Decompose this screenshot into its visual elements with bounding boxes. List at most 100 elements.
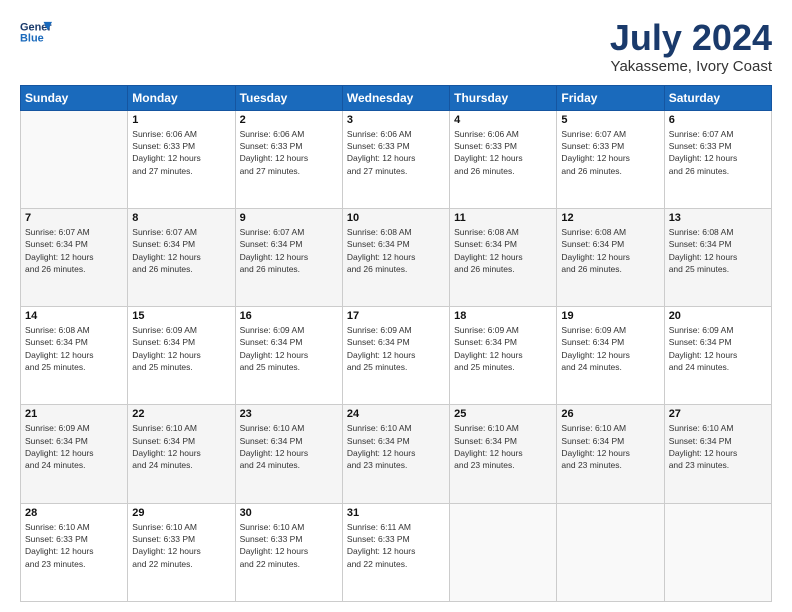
day-number: 3: [347, 114, 445, 126]
day-info: Sunrise: 6:09 AM Sunset: 6:34 PM Dayligh…: [132, 324, 230, 373]
weekday-header: Monday: [128, 85, 235, 110]
day-info: Sunrise: 6:10 AM Sunset: 6:34 PM Dayligh…: [347, 422, 445, 471]
calendar-cell: 25Sunrise: 6:10 AM Sunset: 6:34 PM Dayli…: [450, 405, 557, 503]
calendar-cell: 11Sunrise: 6:08 AM Sunset: 6:34 PM Dayli…: [450, 208, 557, 306]
day-number: 30: [240, 507, 338, 519]
day-number: 10: [347, 212, 445, 224]
calendar-cell: 10 Sunrise: 6:08 AM Sunset: 6:34 PM Dayli…: [342, 208, 449, 306]
day-number: 24: [347, 408, 445, 420]
weekday-header: Friday: [557, 85, 664, 110]
day-info: Sunrise: 6:09 AM Sunset: 6:34 PM Dayligh…: [561, 324, 659, 373]
calendar-cell: [557, 503, 664, 601]
day-number: 29: [132, 507, 230, 519]
day-info: Sunrise: 6:08 AM Sunset: 6:34 PM Dayligh…: [669, 226, 767, 275]
day-number: 6: [669, 114, 767, 126]
day-number: 21: [25, 408, 123, 420]
main-title: July 2024: [610, 18, 772, 58]
calendar-cell: 6Sunrise: 6:07 AM Sunset: 6:33 PM Daylig…: [664, 110, 771, 208]
day-info: Sunrise: 6:10 AM Sunset: 6:34 PM Dayligh…: [240, 422, 338, 471]
day-info: Sunrise: 6:09 AM Sunset: 6:34 PM Dayligh…: [347, 324, 445, 373]
day-number: 18: [454, 310, 552, 322]
calendar-cell: 18Sunrise: 6:09 AM Sunset: 6:34 PM Dayli…: [450, 307, 557, 405]
weekday-header: Sunday: [21, 85, 128, 110]
calendar-cell: 4 Sunrise: 6:06 AM Sunset: 6:33 PM Daylig…: [450, 110, 557, 208]
day-number: 26: [561, 408, 659, 420]
day-info: Sunrise: 6:11 AM Sunset: 6:33 PM Dayligh…: [347, 521, 445, 570]
calendar-cell: 16 Sunrise: 6:09 AM Sunset: 6:34 PM Dayli…: [235, 307, 342, 405]
calendar-cell: [450, 503, 557, 601]
day-number: 23: [240, 408, 338, 420]
day-number: 22: [132, 408, 230, 420]
day-number: 20: [669, 310, 767, 322]
calendar-cell: 24 Sunrise: 6:10 AM Sunset: 6:34 PM Dayli…: [342, 405, 449, 503]
calendar-cell: 2 Sunrise: 6:06 AM Sunset: 6:33 PM Daylig…: [235, 110, 342, 208]
day-number: 16: [240, 310, 338, 322]
day-info: Sunrise: 6:10 AM Sunset: 6:33 PM Dayligh…: [132, 521, 230, 570]
calendar-cell: 22 Sunrise: 6:10 AM Sunset: 6:34 PM Dayli…: [128, 405, 235, 503]
calendar-cell: 1 Sunrise: 6:06 AM Sunset: 6:33 PM Daylig…: [128, 110, 235, 208]
day-number: 9: [240, 212, 338, 224]
calendar-cell: 15 Sunrise: 6:09 AM Sunset: 6:34 PM Dayli…: [128, 307, 235, 405]
calendar-cell: 19 Sunrise: 6:09 AM Sunset: 6:34 PM Dayli…: [557, 307, 664, 405]
day-info: Sunrise: 6:07 AM Sunset: 6:33 PM Dayligh…: [561, 128, 659, 177]
weekday-header-row: SundayMondayTuesdayWednesdayThursdayFrid…: [21, 85, 772, 110]
day-info: Sunrise: 6:09 AM Sunset: 6:34 PM Dayligh…: [240, 324, 338, 373]
day-info: Sunrise: 6:06 AM Sunset: 6:33 PM Dayligh…: [454, 128, 552, 177]
title-block: July 2024 Yakasseme, Ivory Coast: [610, 18, 772, 75]
calendar-cell: 21 Sunrise: 6:09 AM Sunset: 6:34 PM Dayli…: [21, 405, 128, 503]
weekday-header: Saturday: [664, 85, 771, 110]
svg-text:Blue: Blue: [20, 32, 44, 44]
calendar-cell: 28Sunrise: 6:10 AM Sunset: 6:33 PM Dayli…: [21, 503, 128, 601]
calendar-week-row: 21 Sunrise: 6:09 AM Sunset: 6:34 PM Dayli…: [21, 405, 772, 503]
calendar-cell: 3 Sunrise: 6:06 AM Sunset: 6:33 PM Daylig…: [342, 110, 449, 208]
day-info: Sunrise: 6:08 AM Sunset: 6:34 PM Dayligh…: [561, 226, 659, 275]
day-number: 13: [669, 212, 767, 224]
header: General Blue July 2024 Yakasseme, Ivory …: [20, 18, 772, 75]
calendar-cell: 14 Sunrise: 6:08 AM Sunset: 6:34 PM Dayli…: [21, 307, 128, 405]
day-info: Sunrise: 6:10 AM Sunset: 6:34 PM Dayligh…: [669, 422, 767, 471]
day-info: Sunrise: 6:06 AM Sunset: 6:33 PM Dayligh…: [240, 128, 338, 177]
calendar-cell: 12Sunrise: 6:08 AM Sunset: 6:34 PM Dayli…: [557, 208, 664, 306]
day-info: Sunrise: 6:10 AM Sunset: 6:34 PM Dayligh…: [132, 422, 230, 471]
logo: General Blue: [20, 18, 52, 46]
day-number: 8: [132, 212, 230, 224]
calendar-cell: 17 Sunrise: 6:09 AM Sunset: 6:34 PM Dayli…: [342, 307, 449, 405]
calendar-table: SundayMondayTuesdayWednesdayThursdayFrid…: [20, 85, 772, 602]
day-number: 15: [132, 310, 230, 322]
day-info: Sunrise: 6:06 AM Sunset: 6:33 PM Dayligh…: [347, 128, 445, 177]
day-info: Sunrise: 6:08 AM Sunset: 6:34 PM Dayligh…: [25, 324, 123, 373]
calendar-cell: 8 Sunrise: 6:07 AM Sunset: 6:34 PM Daylig…: [128, 208, 235, 306]
day-info: Sunrise: 6:06 AM Sunset: 6:33 PM Dayligh…: [132, 128, 230, 177]
day-number: 31: [347, 507, 445, 519]
day-number: 4: [454, 114, 552, 126]
day-info: Sunrise: 6:09 AM Sunset: 6:34 PM Dayligh…: [25, 422, 123, 471]
calendar-cell: 30Sunrise: 6:10 AM Sunset: 6:33 PM Dayli…: [235, 503, 342, 601]
calendar-cell: 29 Sunrise: 6:10 AM Sunset: 6:33 PM Dayli…: [128, 503, 235, 601]
day-number: 1: [132, 114, 230, 126]
day-number: 25: [454, 408, 552, 420]
day-info: Sunrise: 6:07 AM Sunset: 6:34 PM Dayligh…: [25, 226, 123, 275]
calendar-cell: 31 Sunrise: 6:11 AM Sunset: 6:33 PM Dayli…: [342, 503, 449, 601]
day-info: Sunrise: 6:08 AM Sunset: 6:34 PM Dayligh…: [347, 226, 445, 275]
logo-icon: General Blue: [20, 18, 52, 46]
calendar-cell: [664, 503, 771, 601]
day-info: Sunrise: 6:10 AM Sunset: 6:33 PM Dayligh…: [25, 521, 123, 570]
calendar-cell: 5 Sunrise: 6:07 AM Sunset: 6:33 PM Daylig…: [557, 110, 664, 208]
day-info: Sunrise: 6:07 AM Sunset: 6:34 PM Dayligh…: [240, 226, 338, 275]
day-number: 5: [561, 114, 659, 126]
page: General Blue July 2024 Yakasseme, Ivory …: [0, 0, 792, 612]
day-info: Sunrise: 6:07 AM Sunset: 6:34 PM Dayligh…: [132, 226, 230, 275]
day-number: 14: [25, 310, 123, 322]
day-info: Sunrise: 6:09 AM Sunset: 6:34 PM Dayligh…: [669, 324, 767, 373]
calendar-cell: 7Sunrise: 6:07 AM Sunset: 6:34 PM Daylig…: [21, 208, 128, 306]
subtitle: Yakasseme, Ivory Coast: [610, 58, 772, 75]
day-info: Sunrise: 6:08 AM Sunset: 6:34 PM Dayligh…: [454, 226, 552, 275]
calendar-week-row: 1 Sunrise: 6:06 AM Sunset: 6:33 PM Daylig…: [21, 110, 772, 208]
day-number: 2: [240, 114, 338, 126]
calendar-cell: [21, 110, 128, 208]
day-number: 17: [347, 310, 445, 322]
day-number: 19: [561, 310, 659, 322]
calendar-cell: 26Sunrise: 6:10 AM Sunset: 6:34 PM Dayli…: [557, 405, 664, 503]
weekday-header: Thursday: [450, 85, 557, 110]
calendar-week-row: 28Sunrise: 6:10 AM Sunset: 6:33 PM Dayli…: [21, 503, 772, 601]
